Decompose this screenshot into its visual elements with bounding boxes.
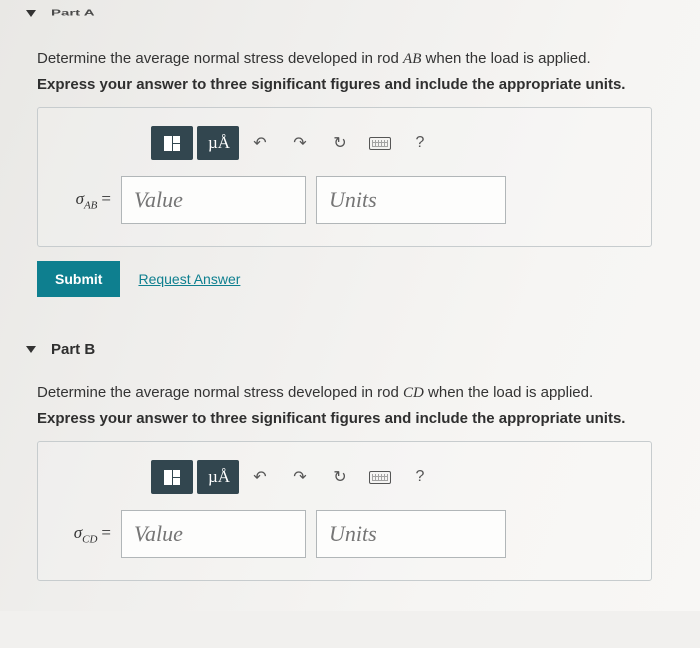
part-a-answer-box: µÅ ↶ ↷ ↻ ? σAB=	[37, 107, 652, 247]
units-symbols-button[interactable]: µÅ	[197, 460, 239, 494]
part-a-actions: Submit Request Answer	[37, 261, 678, 297]
part-b-answer-box: µÅ ↶ ↷ ↻ ? σCD=	[37, 441, 652, 581]
mu-angstrom-icon: µÅ	[208, 133, 228, 153]
units-symbols-button[interactable]: µÅ	[197, 126, 239, 160]
keyboard-button[interactable]	[361, 460, 399, 494]
help-icon: ?	[416, 468, 425, 486]
templates-icon	[164, 136, 180, 151]
answer-row: σAB=	[56, 176, 633, 224]
sigma-ab-label: σAB=	[56, 189, 111, 211]
reset-button[interactable]: ↻	[321, 460, 359, 494]
keyboard-icon	[369, 471, 391, 484]
part-b-header[interactable]: Part B	[22, 331, 678, 384]
redo-icon: ↷	[293, 133, 306, 153]
templates-button[interactable]	[151, 126, 193, 160]
undo-button[interactable]: ↶	[241, 460, 279, 494]
keyboard-button[interactable]	[361, 126, 399, 160]
keyboard-icon	[369, 137, 391, 150]
undo-icon: ↶	[253, 467, 266, 487]
units-input[interactable]	[316, 510, 506, 558]
reset-icon: ↻	[333, 133, 346, 153]
help-button[interactable]: ?	[401, 126, 439, 160]
chevron-down-icon	[26, 346, 36, 353]
redo-icon: ↷	[293, 467, 306, 487]
mu-angstrom-icon: µÅ	[208, 467, 228, 487]
sigma-cd-label: σCD=	[56, 523, 111, 545]
chevron-down-icon	[26, 10, 36, 17]
part-a-instruction: Express your answer to three significant…	[37, 76, 678, 93]
value-input[interactable]	[121, 176, 306, 224]
redo-button[interactable]: ↷	[281, 126, 319, 160]
part-b-label: Part B	[51, 341, 95, 358]
request-answer-link[interactable]: Request Answer	[138, 271, 240, 287]
units-input[interactable]	[316, 176, 506, 224]
part-b-question: Determine the average normal stress deve…	[37, 384, 678, 402]
help-icon: ?	[416, 134, 425, 152]
templates-icon	[164, 470, 180, 485]
undo-button[interactable]: ↶	[241, 126, 279, 160]
part-b-instruction: Express your answer to three significant…	[37, 410, 678, 427]
redo-button[interactable]: ↷	[281, 460, 319, 494]
part-a-label: Part A	[51, 8, 95, 17]
reset-icon: ↻	[333, 467, 346, 487]
answer-row: σCD=	[56, 510, 633, 558]
help-button[interactable]: ?	[401, 460, 439, 494]
submit-button[interactable]: Submit	[37, 261, 120, 297]
part-a-question: Determine the average normal stress deve…	[37, 50, 678, 68]
templates-button[interactable]	[151, 460, 193, 494]
toolbar: µÅ ↶ ↷ ↻ ?	[151, 460, 633, 494]
toolbar: µÅ ↶ ↷ ↻ ?	[151, 126, 633, 160]
part-a-header[interactable]: Part A	[22, 0, 678, 50]
reset-button[interactable]: ↻	[321, 126, 359, 160]
value-input[interactable]	[121, 510, 306, 558]
undo-icon: ↶	[253, 133, 266, 153]
